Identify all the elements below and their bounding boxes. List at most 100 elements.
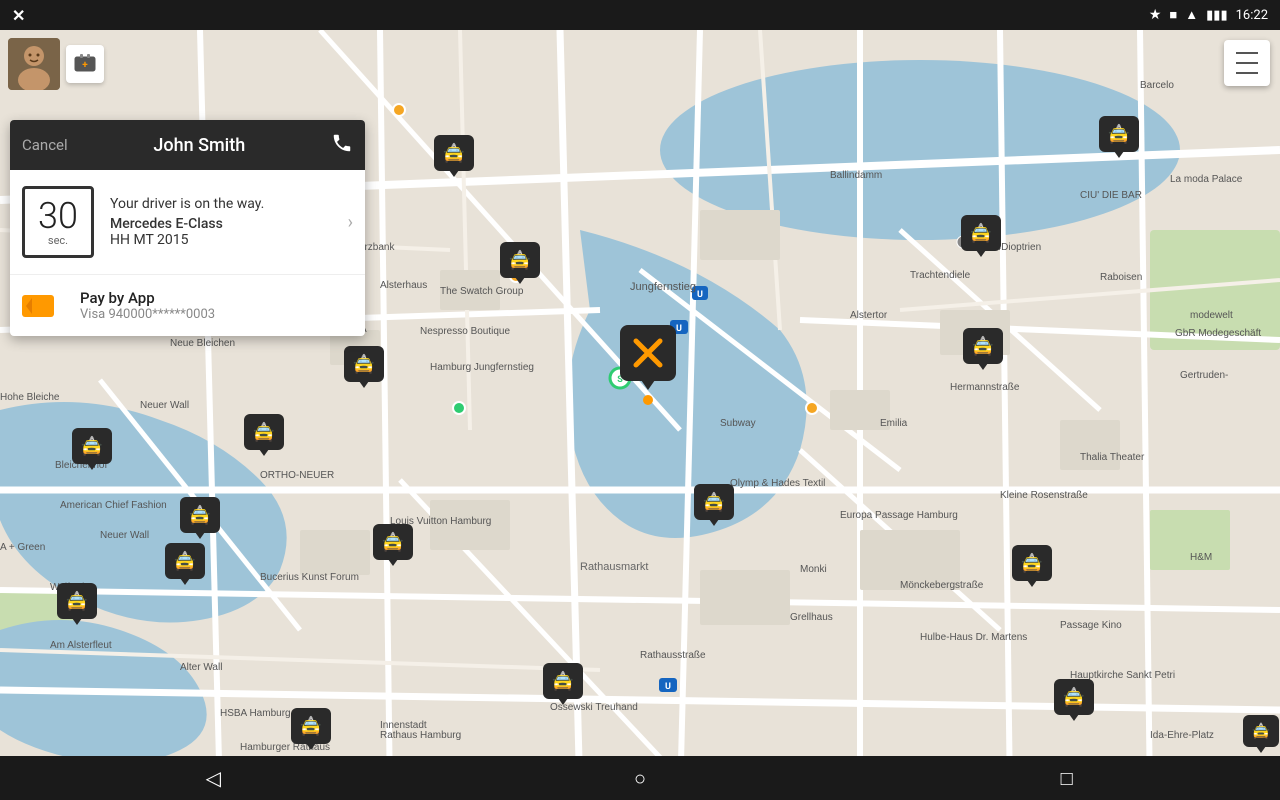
- battery-icon: ▮▮▮: [1206, 8, 1227, 23]
- svg-text:U: U: [676, 324, 682, 334]
- svg-text:Am Alsterfleut: Am Alsterfleut: [50, 640, 112, 651]
- payment-card: Visa 940000******0003: [80, 307, 215, 322]
- svg-text:Trachtendiele: Trachtendiele: [910, 270, 971, 281]
- svg-text:Grellhaus: Grellhaus: [790, 612, 833, 623]
- android-nav-bar: ◁ ○ □: [0, 756, 1280, 800]
- driver-info-section: 30 sec. Your driver is on the way. Merce…: [10, 170, 365, 275]
- taxi-marker[interactable]: 🚖: [694, 484, 734, 520]
- svg-text:Jungfernstieg: Jungfernstieg: [630, 281, 696, 293]
- svg-text:The Swatch Group: The Swatch Group: [440, 286, 524, 297]
- current-location-marker: [620, 325, 676, 405]
- svg-text:Subway: Subway: [720, 418, 756, 429]
- svg-text:Monki: Monki: [800, 564, 827, 575]
- taxi-marker[interactable]: 🚖: [434, 135, 474, 171]
- taxi-marker[interactable]: 🚖: [1054, 679, 1094, 715]
- details-arrow[interactable]: ›: [348, 212, 353, 233]
- car-model: Mercedes E-Class: [110, 216, 340, 232]
- svg-text:La moda Palace: La moda Palace: [1170, 174, 1243, 185]
- taxi-marker[interactable]: 🚖: [373, 524, 413, 560]
- svg-text:Thalia Theater: Thalia Theater: [1080, 452, 1145, 463]
- svg-text:Barcelo: Barcelo: [1140, 80, 1174, 91]
- svg-text:Neuer Wall: Neuer Wall: [140, 400, 189, 411]
- svg-text:A + Green: A + Green: [0, 542, 45, 553]
- back-button[interactable]: ◁: [191, 756, 235, 800]
- svg-text:Rathausstraße: Rathausstraße: [640, 650, 706, 661]
- svg-text:Europa Passage Hamburg: Europa Passage Hamburg: [840, 510, 958, 521]
- taxi-marker[interactable]: 🚖: [963, 328, 1003, 364]
- svg-text:modewelt: modewelt: [1190, 310, 1233, 321]
- home-button[interactable]: ○: [618, 756, 662, 800]
- driver-status-message: Your driver is on the way.: [110, 196, 340, 212]
- profile-area: +: [8, 38, 104, 90]
- svg-text:Alter Wall: Alter Wall: [180, 662, 222, 673]
- svg-text:Ida-Ehre-Platz: Ida-Ehre-Platz: [1150, 730, 1214, 741]
- payment-info: Pay by App Visa 940000******0003: [80, 289, 215, 322]
- payment-method: Pay by App: [80, 289, 215, 307]
- svg-text:Olymp & Hades Textil: Olymp & Hades Textil: [730, 478, 825, 489]
- svg-text:Ballindamm: Ballindamm: [830, 170, 882, 181]
- taxi-marker[interactable]: 🚖: [57, 583, 97, 619]
- taxi-marker[interactable]: 🚖: [1012, 545, 1052, 581]
- taxi-marker[interactable]: 🚖: [1099, 116, 1139, 152]
- svg-text:Hohe Bleiche: Hohe Bleiche: [0, 392, 60, 403]
- phone-button[interactable]: [331, 132, 353, 159]
- svg-text:Nespresso Boutique: Nespresso Boutique: [420, 326, 510, 337]
- svg-text:Hulbe-Haus Dr. Martens: Hulbe-Haus Dr. Martens: [920, 632, 1027, 643]
- panel-header: Cancel John Smith: [10, 120, 365, 170]
- svg-text:Alsterhaus: Alsterhaus: [380, 280, 427, 291]
- svg-text:Rathausmarkt: Rathausmarkt: [580, 561, 648, 573]
- svg-text:Kleine Rosenstraße: Kleine Rosenstraße: [1000, 490, 1088, 501]
- svg-text:+: +: [82, 60, 88, 71]
- wifi-icon: ▲: [1185, 7, 1198, 23]
- payment-section[interactable]: Pay by App Visa 940000******0003: [10, 275, 365, 336]
- svg-text:H&M: H&M: [1190, 552, 1212, 563]
- bluetooth-icon: ★: [1149, 7, 1162, 23]
- svg-text:Mönckebergstraße: Mönckebergstraße: [900, 580, 984, 591]
- taxi-marker[interactable]: 🚖: [961, 215, 1001, 251]
- svg-text:Alstertor: Alstertor: [850, 310, 888, 321]
- payment-icon: [22, 295, 54, 317]
- countdown-timer: 30 sec.: [22, 186, 94, 258]
- svg-text:Passage Kino: Passage Kino: [1060, 620, 1122, 631]
- taxi-marker[interactable]: 🚖: [244, 414, 284, 450]
- driver-name: John Smith: [68, 135, 331, 156]
- time-display: 16:22: [1236, 8, 1268, 23]
- taxi-marker[interactable]: 🚖: [165, 543, 205, 579]
- car-plate: HH MT 2015: [110, 232, 340, 248]
- svg-text:Neue Bleichen: Neue Bleichen: [170, 338, 235, 349]
- svg-text:Neuer Wall: Neuer Wall: [100, 530, 149, 541]
- cancel-button[interactable]: Cancel: [22, 136, 68, 154]
- svg-text:GbR Modegeschäft: GbR Modegeschäft: [1175, 328, 1261, 339]
- svg-text:U: U: [697, 290, 703, 300]
- svg-text:Hamburg Jungfernstieg: Hamburg Jungfernstieg: [430, 362, 534, 373]
- svg-text:Bucerius Kunst Forum: Bucerius Kunst Forum: [260, 572, 359, 583]
- svg-text:Raboisen: Raboisen: [1100, 272, 1142, 283]
- svg-text:Hermannstraße: Hermannstraße: [950, 382, 1020, 393]
- svg-text:American Chief Fashion: American Chief Fashion: [60, 500, 167, 511]
- taxi-marker[interactable]: 🚖: [543, 663, 583, 699]
- svg-text:U: U: [665, 682, 671, 692]
- taxi-marker[interactable]: 🚖: [291, 708, 331, 744]
- countdown-unit: sec.: [48, 234, 68, 247]
- taxi-marker[interactable]: 🚖: [180, 497, 220, 533]
- countdown-number: 30: [38, 198, 78, 234]
- map-container: S U Rathausmarkt Jungfernstieg Subway Al…: [0, 30, 1280, 800]
- status-bar: ✕ ★ ■ ▲ ▮▮▮ 16:22: [0, 0, 1280, 30]
- add-ride-button[interactable]: +: [66, 45, 104, 83]
- svg-text:Innenstadt: Innenstadt: [380, 720, 427, 731]
- menu-button[interactable]: [1224, 40, 1270, 86]
- info-panel: Cancel John Smith 30 sec. Your driver is…: [10, 120, 365, 336]
- taxi-marker[interactable]: 🚖: [500, 242, 540, 278]
- svg-text:CIU' DIE BAR: CIU' DIE BAR: [1080, 190, 1142, 201]
- driver-details: Your driver is on the way. Mercedes E-Cl…: [110, 196, 340, 248]
- app-icon: ✕: [12, 6, 25, 25]
- svg-text:Emilia: Emilia: [880, 418, 908, 429]
- svg-text:ORTHO-NEUER: ORTHO-NEUER: [260, 470, 334, 481]
- svg-text:Rathaus Hamburg: Rathaus Hamburg: [380, 730, 461, 741]
- profile-picture[interactable]: [8, 38, 60, 90]
- taxi-marker[interactable]: 🚖: [72, 428, 112, 464]
- signal-icon: ■: [1169, 7, 1177, 23]
- taxi-marker[interactable]: 🚖: [344, 346, 384, 382]
- taxi-marker[interactable]: 🚖: [1243, 715, 1279, 747]
- recent-apps-button[interactable]: □: [1045, 756, 1089, 800]
